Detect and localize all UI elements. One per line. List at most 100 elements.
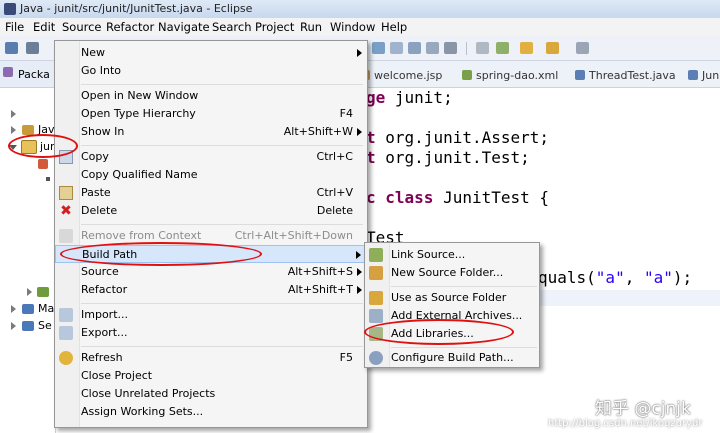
tab-junittest-java[interactable]: Jun (702, 69, 719, 82)
remove-context-icon (59, 229, 73, 243)
menu-item-remove-from-context: Remove from Context Ctrl+Alt+Shift+Down (55, 227, 367, 245)
library-icon (37, 287, 49, 297)
menu-refactor[interactable]: Refactor (106, 20, 154, 34)
tab-spring-dao-xml[interactable]: spring-dao.xml (476, 69, 558, 82)
package-explorer-tab-label: Packa (18, 68, 50, 81)
import-icon (59, 308, 73, 322)
submenu-arrow-icon (357, 128, 362, 136)
menu-separator (81, 145, 363, 146)
maven-icon (22, 304, 34, 314)
menu-source[interactable]: Source (62, 20, 102, 34)
menu-item-open-in-new-window[interactable]: Open in New Window (55, 87, 367, 105)
annotation-oval-project (8, 134, 78, 158)
menu-item-copy-qualified-name[interactable]: Copy Qualified Name (55, 166, 367, 184)
menu-navigate[interactable]: Navigate (158, 20, 210, 34)
menu-item-go-into[interactable]: Go Into (55, 62, 367, 80)
menu-item-refactor[interactable]: Refactor Alt+Shift+T (55, 281, 367, 299)
menu-search[interactable]: Search (212, 20, 252, 34)
tab-welcome-jsp[interactable]: welcome.jsp (374, 69, 442, 82)
toolbar-icon[interactable] (408, 42, 421, 54)
menu-window[interactable]: Window (330, 20, 375, 34)
toolbar-icon[interactable] (496, 42, 509, 54)
menu-item-paste[interactable]: Paste Ctrl+V (55, 184, 367, 202)
code-line: c class JunitTest { (366, 188, 550, 207)
source-folder-icon (38, 159, 48, 169)
paste-icon (59, 186, 73, 200)
menu-item-open-type-hierarchy[interactable]: Open Type Hierarchy F4 (55, 105, 367, 123)
menu-item-source[interactable]: Source Alt+Shift+S (55, 263, 367, 281)
xml-file-icon (462, 70, 472, 80)
submenu-arrow-icon (356, 251, 361, 259)
menu-separator (391, 347, 537, 348)
expand-icon[interactable] (11, 126, 16, 134)
menu-item-export[interactable]: Export... (55, 324, 367, 342)
submenu-arrow-icon (357, 286, 362, 294)
menu-separator (81, 303, 363, 304)
menu-item-assign-working-sets[interactable]: Assign Working Sets... (55, 403, 367, 421)
window-title: Java - junit/src/junit/JunitTest.java - … (20, 2, 253, 15)
menu-help[interactable]: Help (381, 20, 407, 34)
expand-icon[interactable] (11, 305, 16, 313)
menu-edit[interactable]: Edit (33, 20, 55, 34)
eclipse-app-icon (4, 3, 16, 15)
code-line: ge junit; (366, 88, 453, 107)
menu-item-close-unrelated-projects[interactable]: Close Unrelated Projects (55, 385, 367, 403)
menu-item-delete[interactable]: ✖ Delete Delete (55, 202, 367, 220)
menu-separator (81, 224, 363, 225)
expand-icon[interactable] (11, 110, 16, 118)
menu-item-new[interactable]: New (55, 44, 367, 62)
explorer-item-servers[interactable]: Se (38, 319, 52, 332)
toolbar-icon[interactable] (476, 42, 489, 54)
menu-separator (391, 286, 537, 287)
toolbar-icon[interactable] (372, 42, 385, 54)
expand-icon[interactable] (27, 288, 32, 296)
export-icon (59, 326, 73, 340)
save-icon[interactable] (26, 42, 39, 54)
menu-item-import[interactable]: Import... (55, 306, 367, 324)
code-line: t org.junit.Test; (366, 148, 530, 167)
menu-item-close-project[interactable]: Close Project (55, 367, 367, 385)
submenu-arrow-icon (357, 268, 362, 276)
toolbar-icon[interactable] (426, 42, 439, 54)
menu-project[interactable]: Project (255, 20, 294, 34)
context-menu: New Go Into Open in New Window Open Type… (54, 40, 368, 428)
menu-item-use-as-source-folder[interactable]: Use as Source Folder (365, 289, 539, 307)
package-explorer-tab[interactable]: Packa (0, 61, 55, 88)
java-file-icon (575, 70, 585, 80)
build-path-submenu: Link Source... New Source Folder... Use … (364, 242, 540, 368)
title-bar: Java - junit/src/junit/JunitTest.java - … (0, 0, 720, 19)
delete-icon: ✖ (60, 203, 72, 219)
menu-item-copy[interactable]: Copy Ctrl+C (55, 148, 367, 166)
explorer-item-maven[interactable]: Ma (38, 302, 54, 315)
menu-item-configure-build-path[interactable]: Configure Build Path... (365, 349, 539, 367)
tab-threadtest-java[interactable]: ThreadTest.java (589, 69, 676, 82)
menu-run[interactable]: Run (300, 20, 322, 34)
new-icon[interactable] (5, 42, 18, 54)
annotation-oval-build-path (60, 242, 262, 266)
toolbar-icon[interactable] (390, 42, 403, 54)
forward-icon[interactable] (546, 42, 559, 54)
toolbar-icon[interactable] (576, 42, 589, 54)
menu-item-new-source-folder[interactable]: New Source Folder... (365, 264, 539, 282)
refresh-icon (59, 351, 73, 365)
server-icon (22, 321, 34, 331)
configure-icon (369, 351, 383, 365)
package-explorer: Packa Jav juni Ma Se (0, 61, 60, 433)
expand-icon[interactable] (11, 322, 16, 330)
watermark-text: 知乎 @cjnjk (595, 399, 691, 419)
menu-item-link-source[interactable]: Link Source... (365, 246, 539, 264)
menu-item-refresh[interactable]: Refresh F5 (55, 349, 367, 367)
new-source-folder-icon (369, 266, 383, 280)
menu-file[interactable]: File (5, 20, 24, 34)
annotation-oval-add-libraries (364, 319, 514, 345)
package-explorer-icon (3, 67, 13, 77)
back-icon[interactable] (520, 42, 533, 54)
toolbar-icon[interactable] (444, 42, 457, 54)
java-file-icon (688, 70, 698, 80)
menu-separator (81, 84, 363, 85)
menu-item-show-in[interactable]: Show In Alt+Shift+W (55, 123, 367, 141)
tree-node-icon (46, 177, 50, 181)
link-source-icon (369, 248, 383, 262)
code-line: quals("a", "a"); (538, 268, 693, 287)
source-folder-icon (369, 291, 383, 305)
